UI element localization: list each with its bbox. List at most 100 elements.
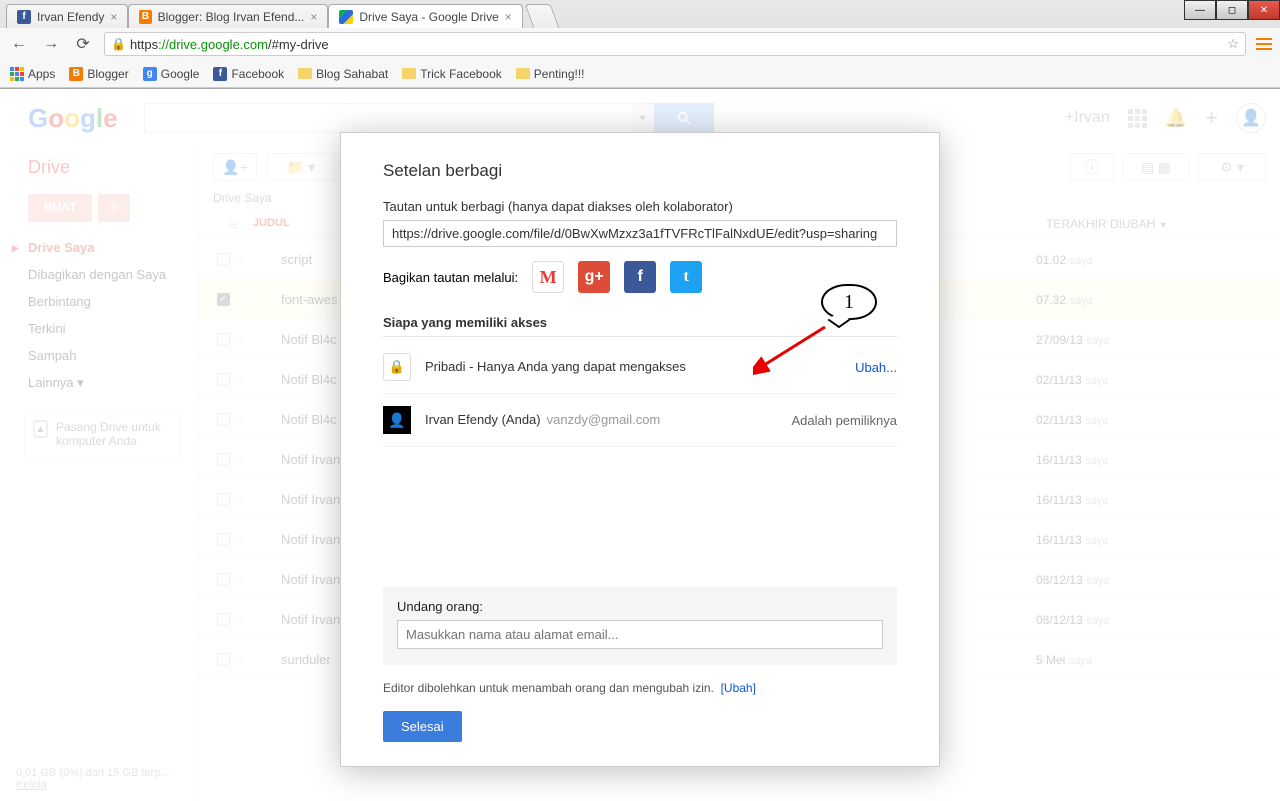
google-logo: Google [28, 103, 118, 134]
apps-icon [10, 67, 24, 81]
tab-title: Drive Saya - Google Drive [359, 10, 498, 24]
bookmark-item[interactable]: BBlogger [69, 67, 128, 81]
sidebar-nav-item[interactable]: Lainnya ▾ [0, 369, 198, 397]
bookmark-star-icon[interactable]: ☆ [1227, 36, 1239, 52]
expand-icon[interactable]: ⊟ [228, 218, 237, 231]
bookmark-item[interactable]: fFacebook [213, 67, 284, 81]
file-date: 27/09/13 saya [1036, 333, 1266, 347]
annotation-callout: 1 [821, 284, 877, 320]
folder-button[interactable]: 📁 ▾ [267, 153, 335, 181]
new-tab-button[interactable] [524, 4, 559, 28]
file-date: 08/12/13 saya [1036, 613, 1266, 627]
checkbox-icon[interactable] [217, 413, 230, 426]
file-name: Notif Bl4c [281, 332, 337, 347]
sidebar-nav-item[interactable]: Dibagikan dengan Saya [0, 261, 198, 288]
googleplus-icon[interactable] [578, 261, 610, 293]
chrome-menu-icon[interactable] [1256, 38, 1272, 50]
view-toggle[interactable]: ▤ ▦ [1122, 153, 1190, 181]
share-link-input[interactable] [383, 220, 897, 247]
checkbox-icon[interactable] [217, 253, 230, 266]
checkbox-icon[interactable] [217, 653, 230, 666]
star-icon[interactable]: ☆ [233, 612, 253, 628]
star-icon[interactable]: ☆ [233, 292, 253, 308]
file-date: 01.02 saya [1036, 253, 1266, 267]
star-icon[interactable]: ☆ [233, 372, 253, 388]
gmail-icon[interactable] [532, 261, 564, 293]
user-link[interactable]: +Irvan [1065, 109, 1110, 127]
search-input[interactable] [144, 103, 632, 133]
star-icon[interactable]: ☆ [233, 572, 253, 588]
forward-button[interactable]: → [40, 33, 62, 55]
file-date: 16/11/13 saya [1036, 493, 1266, 507]
checkbox-icon[interactable] [217, 453, 230, 466]
info-button[interactable]: ⓘ [1070, 153, 1114, 181]
bookmark-label: Trick Facebook [420, 67, 502, 81]
back-button[interactable]: ← [8, 33, 30, 55]
annotation-arrow [753, 323, 833, 375]
search-icon [676, 110, 692, 126]
close-window-button[interactable]: ✕ [1248, 0, 1280, 20]
twitter-icon[interactable] [670, 261, 702, 293]
checkbox-icon[interactable] [217, 533, 230, 546]
tab-close-icon[interactable]: × [310, 10, 317, 24]
bookmark-item[interactable]: Trick Facebook [402, 67, 502, 81]
change-access-link[interactable]: Ubah... [855, 360, 897, 375]
checkbox-icon[interactable] [217, 333, 230, 346]
link-label: Tautan untuk berbagi (hanya dapat diakse… [383, 199, 897, 214]
col-date[interactable]: TERAKHIR DIUBAH ▼ [1046, 217, 1266, 231]
settings-button[interactable]: ⚙ ▾ [1198, 153, 1266, 181]
star-icon[interactable]: ☆ [233, 252, 253, 268]
bookmark-item[interactable]: Penting!!! [516, 67, 585, 81]
user-avatar[interactable]: 👤 [1236, 103, 1266, 133]
apps-grid-icon[interactable] [1128, 109, 1147, 128]
bookmark-item[interactable]: Blog Sahabat [298, 67, 388, 81]
url-scheme: https [130, 37, 158, 52]
invite-input[interactable] [397, 620, 883, 649]
sidebar-nav-item[interactable]: Drive Saya [0, 234, 198, 261]
create-button[interactable]: BUAT [28, 194, 92, 222]
sidebar-nav-item[interactable]: Sampah [0, 342, 198, 369]
browser-tab[interactable]: BBlogger: Blog Irvan Efend...× [128, 4, 328, 28]
install-drive-promo[interactable]: ▲ Pasang Drive untuk komputer Anda [24, 411, 180, 457]
bookmark-item[interactable]: gGoogle [143, 67, 200, 81]
bookmark-item[interactable]: Apps [10, 67, 55, 81]
tab-close-icon[interactable]: × [110, 10, 117, 24]
file-name: script [281, 252, 312, 267]
done-button[interactable]: Selesai [383, 711, 462, 742]
browser-tab[interactable]: fIrvan Efendy× [6, 4, 128, 28]
file-name: Notif Irvan [281, 492, 340, 507]
manage-storage-link[interactable]: Kelola [16, 779, 47, 791]
checkbox-icon[interactable] [217, 493, 230, 506]
sidebar-nav-item[interactable]: Berbintang [0, 288, 198, 315]
checkbox-icon[interactable]: ✓ [217, 293, 230, 306]
star-icon[interactable]: ☆ [233, 492, 253, 508]
star-icon[interactable]: ☆ [233, 532, 253, 548]
add-person-button[interactable]: 👤+ [213, 153, 257, 181]
minimize-button[interactable]: — [1184, 0, 1216, 20]
checkbox-icon[interactable] [217, 373, 230, 386]
star-icon[interactable]: ☆ [233, 332, 253, 348]
upload-button[interactable]: ⇧ [98, 194, 130, 222]
storage-info: 0,01 GB (0%) dari 15 GB terp... Kelola [16, 767, 169, 791]
tab-close-icon[interactable]: × [505, 10, 512, 24]
star-icon[interactable]: ☆ [233, 412, 253, 428]
share-plus-icon[interactable]: + [1205, 105, 1218, 131]
url-bar[interactable]: 🔒 https://drive.google.com/#my-drive ☆ [104, 32, 1246, 56]
browser-tab[interactable]: Drive Saya - Google Drive × [328, 4, 522, 28]
star-icon[interactable]: ☆ [233, 652, 253, 668]
maximize-button[interactable]: ◻ [1216, 0, 1248, 20]
change-editor-permission-link[interactable]: [Ubah] [721, 681, 756, 695]
sidebar: Drive BUAT ⇧ Drive SayaDibagikan dengan … [0, 147, 198, 801]
sidebar-nav-item[interactable]: Terkini [0, 315, 198, 342]
folder-icon [402, 68, 416, 79]
file-name: font-awes [281, 292, 337, 307]
checkbox-icon[interactable] [217, 573, 230, 586]
reload-button[interactable]: ⟳ [72, 33, 94, 55]
search-dropdown[interactable]: ▼ [632, 103, 654, 133]
facebook-icon[interactable] [624, 261, 656, 293]
tabs-row: fIrvan Efendy×BBlogger: Blog Irvan Efend… [0, 0, 1280, 28]
search-button[interactable] [654, 103, 714, 133]
star-icon[interactable]: ☆ [233, 452, 253, 468]
checkbox-icon[interactable] [217, 613, 230, 626]
notifications-icon[interactable]: 🔔 [1165, 108, 1187, 129]
